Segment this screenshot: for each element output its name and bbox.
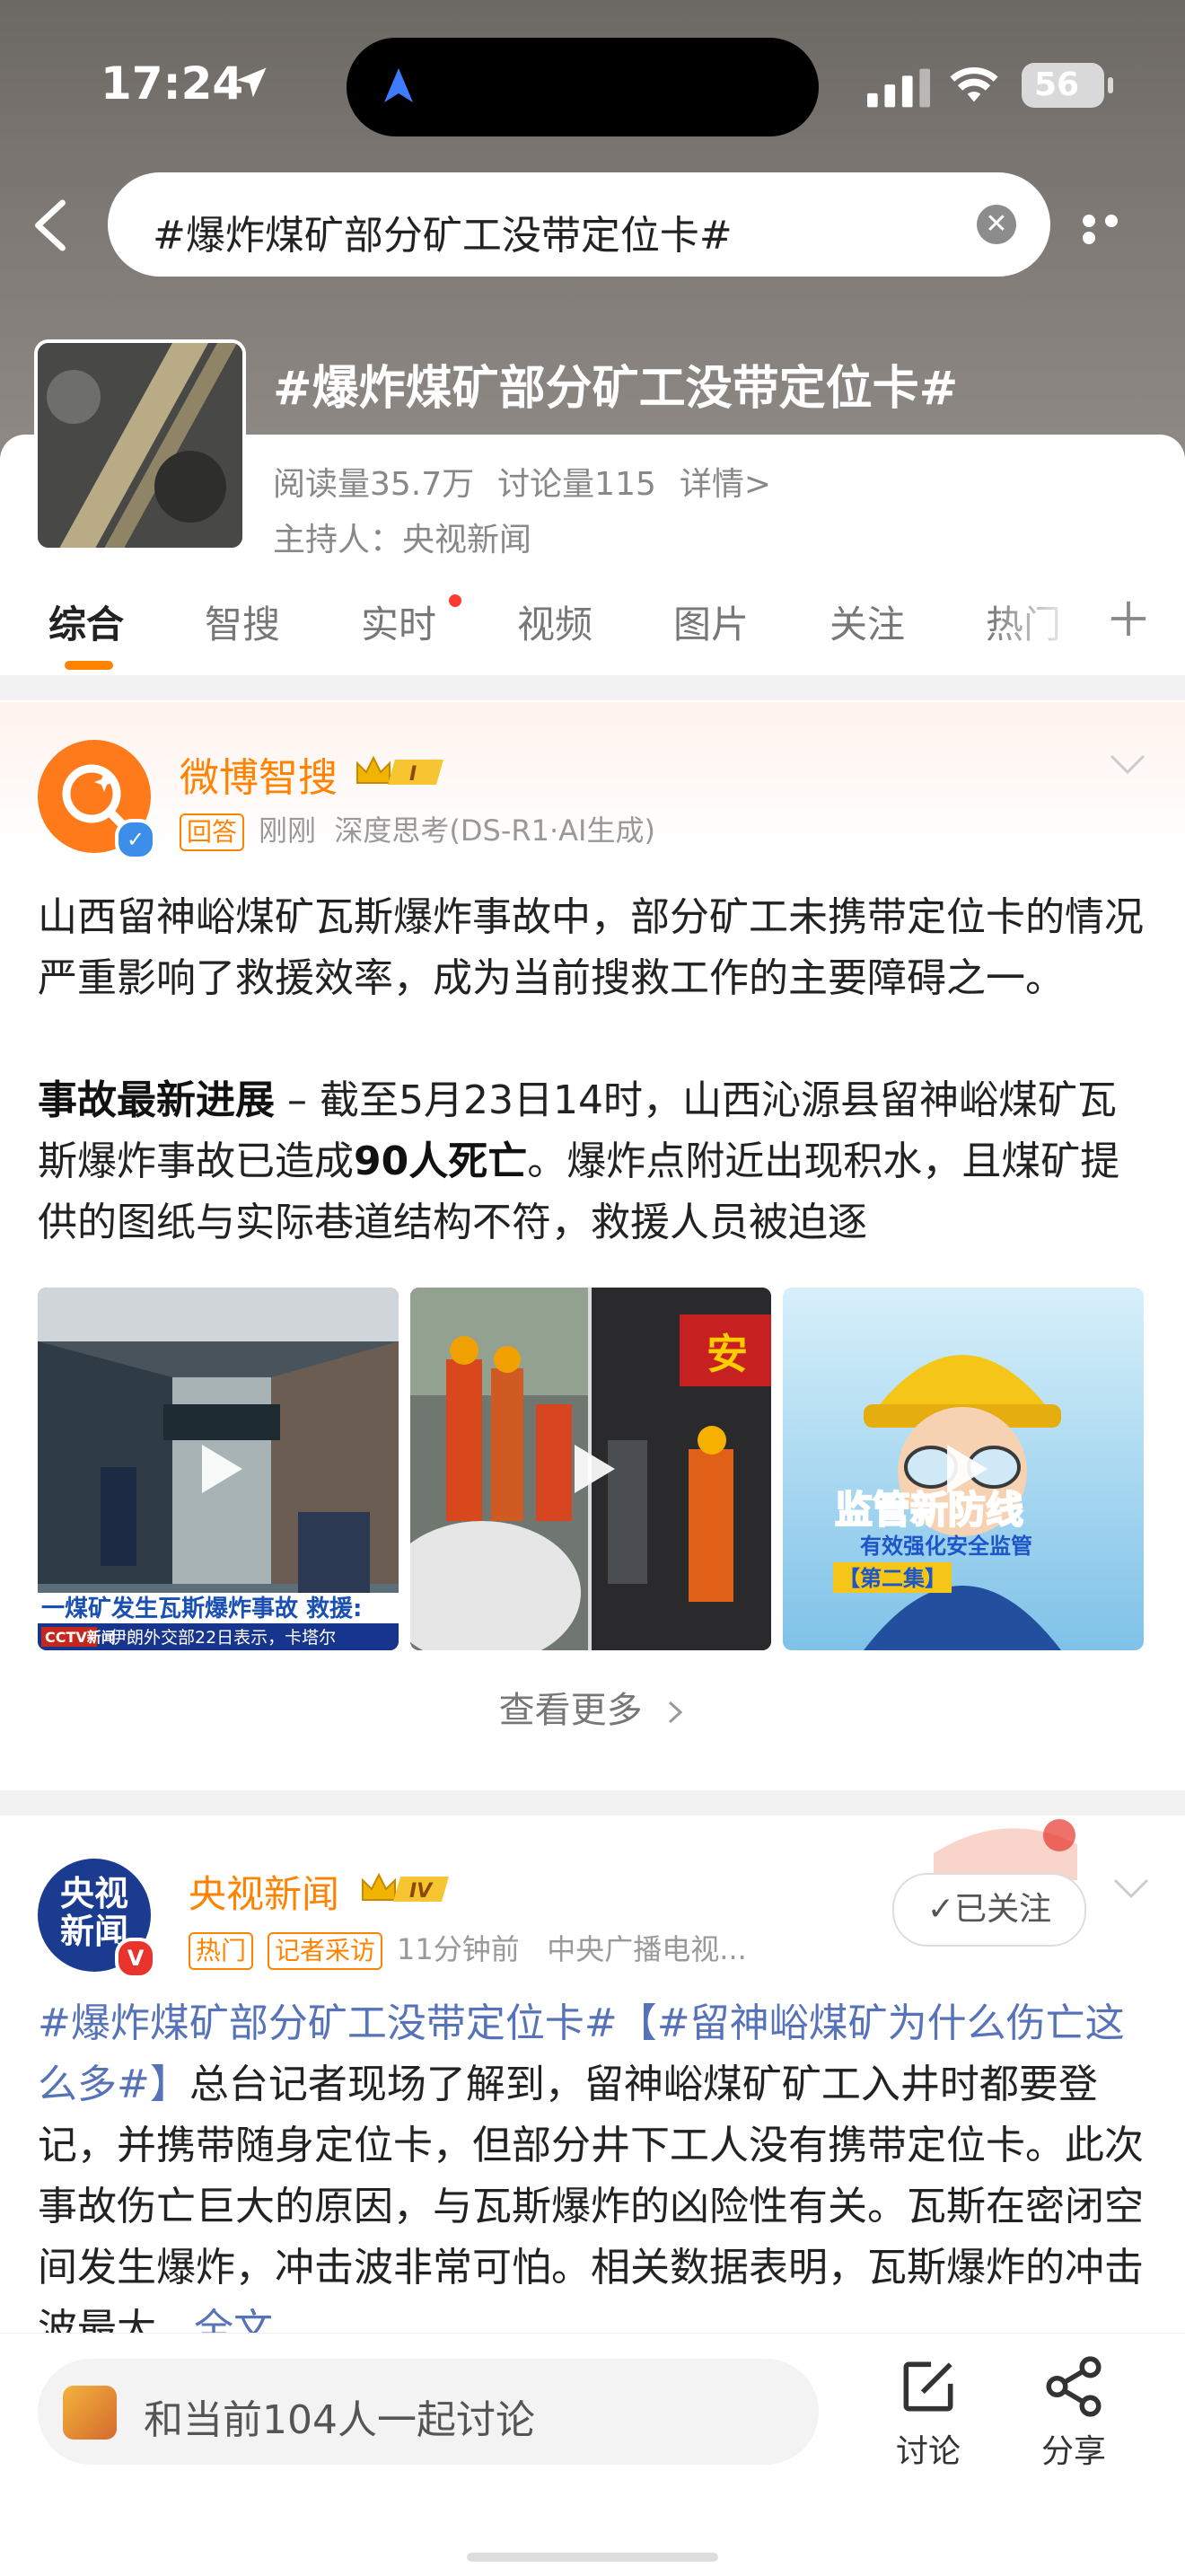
read-count: 阅读量35.7万: [273, 466, 475, 503]
answer-tag: 回答: [180, 813, 245, 851]
reporter-tag: 记者采访: [268, 1932, 383, 1970]
see-more-button[interactable]: 查看更多: [0, 1681, 1185, 1733]
play-icon[interactable]: [558, 1437, 623, 1501]
section-divider: [0, 675, 1185, 700]
dynamic-island: [347, 38, 819, 136]
news-body-text: 总台记者现场了解到，留神峪煤矿矿工入井时都要登记，并携带随身定位卡，但部分井下工…: [38, 2062, 1144, 2338]
realtime-notification-dot: [449, 594, 461, 607]
video-3-episode: 【第二集】: [838, 1566, 946, 1591]
post-time: 刚刚: [259, 813, 317, 848]
tab-fade-overlay: [988, 589, 1077, 661]
discussion-group-avatar-icon: [63, 2386, 117, 2440]
share-label: 分享: [1040, 2433, 1106, 2470]
discussion-count: 讨论量115: [497, 466, 656, 503]
wifi-icon: [950, 66, 998, 102]
tab-comprehensive[interactable]: 综合: [48, 594, 124, 649]
discuss-label: 讨论: [895, 2433, 961, 2470]
cellular-signal-icon: [867, 68, 930, 108]
section-divider: [0, 1790, 1185, 1816]
membership-crown-icon: IV: [362, 1872, 449, 1903]
video-thumbnail-2[interactable]: 安: [410, 1288, 771, 1650]
see-more-label: 查看更多: [498, 1690, 643, 1731]
discuss-button[interactable]: 讨论: [883, 2353, 973, 2472]
post-meta: 回答 刚刚 深度思考(DS-R1·AI生成): [180, 808, 655, 851]
hot-tag: 热门: [189, 1932, 254, 1970]
discuss-placeholder: 和当前104人一起讨论: [144, 2397, 535, 2443]
author-name[interactable]: 央视新闻: [189, 1864, 339, 1919]
discuss-input[interactable]: 和当前104人一起讨论: [38, 2359, 819, 2465]
verified-badge-icon: V: [115, 1938, 156, 1979]
video-3-subcaption: 有效强化安全监管: [860, 1534, 1032, 1559]
level-badge-text: IV: [409, 1880, 434, 1903]
svg-text:安: 安: [707, 1330, 748, 1378]
video-thumbnail-1[interactable]: 一煤矿发生瓦斯爆炸事故 救援: CCTV新闻 伊朗外交部22日表示，卡塔尔: [38, 1288, 399, 1650]
topic-cover-image: [34, 339, 246, 551]
share-button[interactable]: 分享: [1029, 2353, 1119, 2472]
topic-host: 主持人：央视新闻: [273, 522, 532, 558]
post-source: 深度思考(DS-R1·AI生成): [334, 813, 655, 848]
chevron-down-icon[interactable]: [1113, 1878, 1149, 1898]
news-post-card[interactable]: 央视 新闻 V 央视新闻 IV 热门 记者采访 11分钟前 中央广播电视... ✓已关…: [0, 1817, 1185, 2338]
svg-text:CCTV新闻: CCTV新闻: [45, 1629, 116, 1646]
ai-answer-card[interactable]: ✓ 微博智搜 I 回答 刚刚 深度思考(DS-R1·AI生成) 山西留神峪煤矿瓦斯…: [0, 702, 1185, 1789]
post-source: 中央广播电视...: [547, 1932, 747, 1966]
tab-bar: 综合 智搜 实时 视频 图片 关注 热门: [0, 589, 1185, 675]
post-meta: 热门 记者采访 11分钟前 中央广播电视...: [189, 1927, 747, 1970]
answer-paragraph-1: 山西留神峪煤矿瓦斯爆炸事故中，部分矿工未携带定位卡的情况严重影响了救援效率，成为…: [38, 894, 1144, 1001]
death-toll: 90人死亡: [354, 1139, 528, 1184]
tab-images[interactable]: 图片: [673, 594, 749, 649]
level-badge-text: I: [409, 763, 417, 786]
clear-search-icon[interactable]: ✕: [977, 205, 1016, 244]
video-1-ticker: 伊朗外交部22日表示，卡塔尔: [110, 1628, 336, 1648]
chevron-right-icon: [669, 1701, 683, 1724]
verified-badge-icon: ✓: [115, 819, 156, 860]
search-bar[interactable]: #爆炸煤矿部分矿工没带定位卡# ✕: [108, 172, 1050, 277]
battery-indicator: 56: [1022, 63, 1113, 108]
edit-icon: [903, 2361, 953, 2412]
location-arrow-icon: [236, 67, 267, 98]
play-icon[interactable]: [931, 1437, 996, 1501]
search-input[interactable]: #爆炸煤矿部分矿工没带定位卡#: [153, 203, 733, 260]
media-row: 一煤矿发生瓦斯爆炸事故 救援: CCTV新闻 伊朗外交部22日表示，卡塔尔 安: [38, 1288, 1151, 1650]
home-indicator: [467, 2553, 718, 2562]
share-icon: [1046, 2356, 1102, 2417]
tab-following[interactable]: 关注: [830, 594, 905, 649]
tab-realtime[interactable]: 实时: [361, 594, 436, 649]
play-icon[interactable]: [186, 1437, 250, 1501]
status-bar: 17:24 56: [0, 0, 1185, 171]
bottom-action-bar: 和当前104人一起讨论 讨论 分享: [0, 2333, 1185, 2576]
topic-stats: 阅读量35.7万 讨论量115 详情>: [273, 458, 794, 505]
answer-paragraph-2: 事故最新进展 – 截至5月23日14时，山西沁源县留神峪煤矿瓦斯爆炸事故已造成9…: [38, 1070, 1151, 1253]
decorative-banner-icon: [934, 1819, 1077, 1880]
active-tab-indicator: [65, 661, 113, 670]
tab-smart-search[interactable]: 智搜: [205, 594, 280, 649]
status-time: 17:24: [101, 57, 244, 110]
membership-crown-icon: I: [356, 755, 443, 786]
video-thumbnail-3[interactable]: 监管新防线 有效强化安全监管 【第二集】: [783, 1288, 1144, 1650]
progress-heading: 事故最新进展: [38, 1077, 275, 1123]
video-1-caption: 一煤矿发生瓦斯爆炸事故 救援:: [41, 1595, 362, 1622]
topic-title: #爆炸煤矿部分矿工没带定位卡#: [273, 362, 959, 416]
hashtag-link[interactable]: #爆炸煤矿部分矿工没带定位卡#: [38, 2000, 618, 2046]
author-name[interactable]: 微博智搜: [180, 745, 338, 803]
add-tab-icon[interactable]: [1108, 598, 1149, 639]
navigation-app-icon: [384, 68, 413, 102]
back-icon[interactable]: [27, 199, 74, 251]
news-body: #爆炸煤矿部分矿工没带定位卡#【#留神峪煤矿为什么伤亡这么多#】总台记者现场了解…: [38, 1993, 1151, 2338]
follow-button[interactable]: ✓已关注: [892, 1873, 1086, 1947]
more-options-icon[interactable]: [1083, 214, 1147, 244]
details-link[interactable]: 详情>: [680, 466, 771, 503]
chevron-down-icon[interactable]: [1110, 754, 1146, 774]
post-time: 11分钟前: [397, 1932, 520, 1966]
battery-level: 56: [1033, 66, 1080, 103]
tab-video[interactable]: 视频: [517, 594, 592, 649]
